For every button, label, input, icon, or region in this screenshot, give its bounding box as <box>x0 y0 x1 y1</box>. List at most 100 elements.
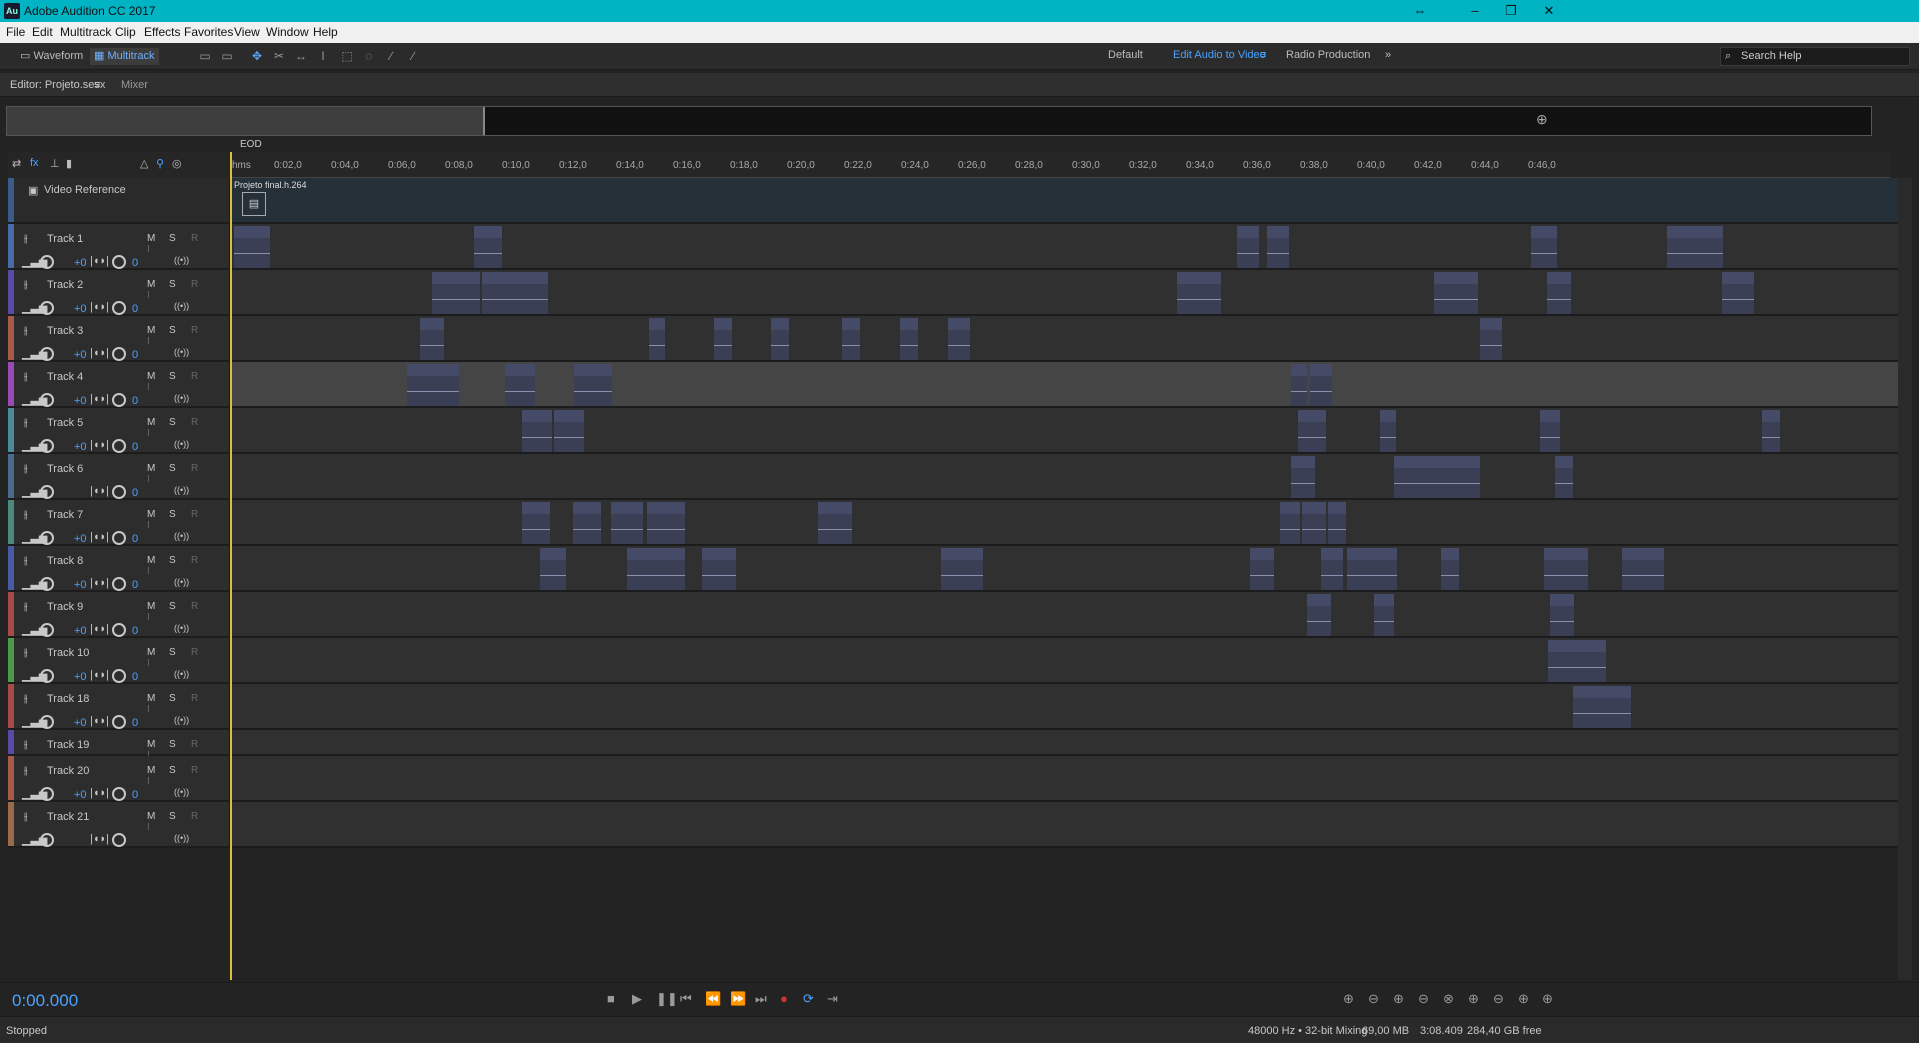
zoom-navigator[interactable] <box>6 106 1872 136</box>
monitor-input-button[interactable]: I <box>147 336 169 347</box>
stop-button[interactable]: ■ <box>607 991 615 1006</box>
volume-value[interactable]: +0 <box>74 717 87 729</box>
pan-value[interactable]: 0 <box>132 349 138 361</box>
audio-clip[interactable]: 3... <box>818 502 852 544</box>
pan-knob[interactable] <box>112 255 126 269</box>
pan-value[interactable]: 0 <box>132 533 138 545</box>
input-output-icon[interactable]: ⇄ <box>12 157 21 170</box>
volume-knob[interactable] <box>40 347 54 361</box>
monitor-input-button[interactable]: I <box>147 776 169 787</box>
pan-knob[interactable] <box>112 531 126 545</box>
send-icon[interactable]: ((•)) <box>174 301 189 311</box>
audio-clip[interactable]: 32755... <box>522 410 552 452</box>
volume-knob[interactable] <box>40 833 54 847</box>
zoom-selection-icon[interactable]: ⊕ <box>1518 991 1529 1007</box>
spot-healing-icon[interactable]: ∕ <box>404 48 422 65</box>
volume-value[interactable]: +0 <box>74 579 87 591</box>
audio-clip[interactable]: 160... <box>1622 548 1664 590</box>
pan-value[interactable]: 0 <box>132 625 138 637</box>
track-name[interactable]: Track 3 <box>47 325 83 337</box>
zoom-out-point-icon[interactable]: ⊖ <box>1493 991 1504 1007</box>
zoom-out-full-icon[interactable]: ⊗ <box>1443 991 1454 1007</box>
mute-button[interactable]: M <box>147 233 169 244</box>
pan-value[interactable]: 0 <box>132 395 138 407</box>
solo-button[interactable]: S <box>169 325 191 336</box>
solo-button[interactable]: S <box>169 509 191 520</box>
audio-clip[interactable]: Win... <box>1544 548 1588 590</box>
arm-record-button[interactable]: R <box>191 739 213 750</box>
restore-icon[interactable]: ⇔ <box>1400 2 1440 20</box>
pan-knob[interactable] <box>112 577 126 591</box>
monitor-input-button[interactable]: I <box>147 520 169 531</box>
pan-value[interactable]: 0 <box>132 441 138 453</box>
zoom-out-time-icon[interactable]: ⊖ <box>1418 991 1429 1007</box>
volume-knob[interactable] <box>40 787 54 801</box>
brush-icon[interactable]: ∕ <box>382 48 400 65</box>
close-button[interactable]: ✕ <box>1529 2 1569 20</box>
arm-record-button[interactable]: R <box>191 371 213 382</box>
arm-record-button[interactable]: R <box>191 811 213 822</box>
arm-record-button[interactable]: R <box>191 601 213 612</box>
solo-button[interactable]: S <box>169 233 191 244</box>
track-lane[interactable] <box>232 802 1898 846</box>
menu-effects[interactable]: Effects <box>144 25 180 39</box>
monitor-input-button[interactable]: I <box>147 382 169 393</box>
fast-forward-button[interactable]: ⏩ <box>730 991 746 1007</box>
snap-icon[interactable]: ⚲ <box>156 157 164 170</box>
audio-clip[interactable]: 8... <box>714 318 732 360</box>
solo-button[interactable]: S <box>169 765 191 776</box>
zoom-out-amplitude-icon[interactable]: ⊖ <box>1368 991 1379 1007</box>
track-name[interactable]: Track 10 <box>47 647 89 659</box>
track-name[interactable]: Track 21 <box>47 811 89 823</box>
pan-knob[interactable] <box>112 485 126 499</box>
solo-button[interactable]: S <box>169 739 191 750</box>
track-name[interactable]: Track 5 <box>47 417 83 429</box>
track-name[interactable]: Track 18 <box>47 693 89 705</box>
solo-button[interactable]: S <box>169 417 191 428</box>
menu-edit[interactable]: Edit <box>32 25 53 39</box>
tab-editor[interactable]: Editor: Projeto.sesx <box>10 79 105 91</box>
send-icon[interactable]: ((•)) <box>174 623 189 633</box>
solo-button[interactable]: S <box>169 647 191 658</box>
zoom-settings-icon[interactable]: ⊕ <box>1536 111 1548 128</box>
track-lane[interactable]: WB... 8... 8... 8... 8... 8... 85... 85... <box>232 316 1898 360</box>
audio-clip[interactable]: 85... <box>948 318 970 360</box>
audio-clip[interactable]: WB... <box>420 318 444 360</box>
rewind-button[interactable]: ⏪ <box>705 991 721 1007</box>
solo-button[interactable]: S <box>169 811 191 822</box>
slip-tool-icon[interactable]: ↔ <box>292 48 310 65</box>
volume-knob[interactable] <box>40 623 54 637</box>
maximize-button[interactable]: ❐ <box>1491 2 1531 20</box>
more-workspaces-icon[interactable]: » <box>1385 49 1391 61</box>
monitor-input-button[interactable]: I <box>147 244 169 255</box>
send-icon[interactable]: ((•)) <box>174 715 189 725</box>
send-icon[interactable]: ((•)) <box>174 255 189 265</box>
mute-button[interactable]: M <box>147 739 169 750</box>
solo-button[interactable]: S <box>169 693 191 704</box>
audio-clip[interactable]: 344... <box>573 502 601 544</box>
zoom-in-amplitude-icon[interactable]: ⊕ <box>1343 991 1354 1007</box>
pan-value[interactable]: 0 <box>132 303 138 315</box>
audio-clip[interactable]: 344... <box>540 548 566 590</box>
audio-clip[interactable]: H... <box>1540 410 1560 452</box>
audio-clip[interactable]: Can... <box>1250 548 1274 590</box>
search-help-input[interactable]: ⌕ Search Help <box>1720 47 1910 66</box>
monitor-input-button[interactable]: I <box>147 428 169 439</box>
pan-knob[interactable] <box>112 833 126 847</box>
minimize-button[interactable]: – <box>1455 2 1495 20</box>
monitor-input-button[interactable]: I <box>147 822 169 833</box>
arm-record-button[interactable]: R <box>191 647 213 658</box>
audio-clip[interactable]: Reverse ... <box>1667 226 1723 268</box>
pan-value[interactable]: 0 <box>132 717 138 729</box>
audio-clip[interactable]: 34... <box>647 502 685 544</box>
track-name[interactable]: Track 19 <box>47 739 89 751</box>
audio-clip[interactable]: 3444... <box>627 548 685 590</box>
volume-knob[interactable] <box>40 577 54 591</box>
navigator-view-window[interactable] <box>7 107 485 135</box>
track-lane[interactable] <box>232 730 1898 754</box>
playhead[interactable] <box>230 152 232 980</box>
audio-clip[interactable]: W... <box>1237 226 1259 268</box>
audio-clip[interactable]: W... <box>1267 226 1289 268</box>
audio-clip[interactable]: A... <box>1380 410 1396 452</box>
volume-value[interactable]: +0 <box>74 671 87 683</box>
